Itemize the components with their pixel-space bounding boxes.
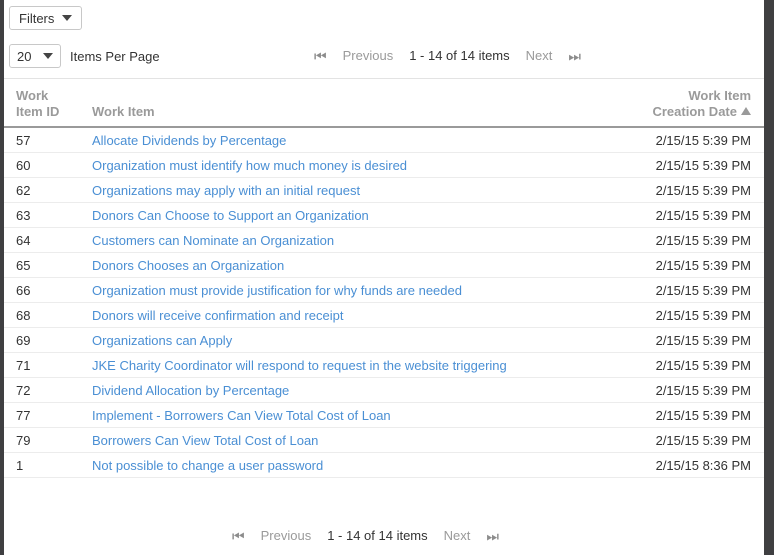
cell-work-item-id: 71 <box>16 357 31 373</box>
table-row[interactable]: 72 Dividend Allocation by Percentage 2/15/… <box>4 378 764 403</box>
cell-creation-date: 2/15/15 5:39 PM <box>655 257 751 273</box>
cell-creation-date: 2/15/15 5:39 PM <box>655 182 751 198</box>
table-body: 57 Allocate Dividends by Percentage 2/15/1… <box>4 128 764 478</box>
cell-creation-date: 2/15/15 5:39 PM <box>655 357 751 373</box>
cell-work-item-link[interactable]: Implement - Borrowers Can View Total Cos… <box>84 408 639 423</box>
cell-work-item-id: 79 <box>16 432 31 448</box>
table-row[interactable]: 63 Donors Can Choose to Support an Organi… <box>4 203 764 228</box>
cell-creation-date: 2/15/15 5:39 PM <box>655 132 751 148</box>
page-content: Filters 20 Items Per Page ⏮ Previous 1 -… <box>4 0 764 555</box>
cell-work-item-link[interactable]: Borrowers Can View Total Cost of Loan <box>84 433 639 448</box>
pagination-bottom: ⏮ Previous 1 - 14 of 14 items Next ⏭ <box>232 528 499 543</box>
table-row[interactable]: 62 Organizations may apply with an initia… <box>4 178 764 203</box>
pagination-top: ⏮ Previous 1 - 14 of 14 items Next ⏭ <box>314 48 581 63</box>
previous-page-button[interactable]: Previous <box>343 48 394 63</box>
cell-work-item-link[interactable]: Organization must provide justification … <box>84 283 639 298</box>
next-page-button[interactable]: Next <box>526 48 553 63</box>
cell-work-item-id: 66 <box>16 282 31 298</box>
table-row[interactable]: 1 Not possible to change a user password 2… <box>4 453 764 478</box>
cell-creation-date: 2/15/15 5:39 PM <box>655 307 751 323</box>
cell-creation-date: 2/15/15 5:39 PM <box>655 432 751 448</box>
column-header-id-line2: Item ID <box>16 104 60 119</box>
next-page-button[interactable]: Next <box>444 528 471 543</box>
cell-work-item-link[interactable]: Not possible to change a user password <box>84 458 639 473</box>
cell-work-item-id: 72 <box>16 382 31 398</box>
items-per-page-control: 20 Items Per Page <box>9 44 160 68</box>
cell-work-item-link[interactable]: Organizations may apply with an initial … <box>84 183 639 198</box>
chevron-down-icon <box>62 15 73 21</box>
filters-button[interactable]: Filters <box>9 6 83 30</box>
sort-ascending-icon <box>741 107 751 115</box>
cell-work-item-link[interactable]: Donors will receive confirmation and rec… <box>84 308 639 323</box>
cell-creation-date: 2/15/15 5:39 PM <box>655 382 751 398</box>
cell-work-item-id: 60 <box>16 157 31 173</box>
cell-creation-date: 2/15/15 5:39 PM <box>655 207 751 223</box>
cell-work-item-id: 65 <box>16 257 31 273</box>
table-row[interactable]: 65 Donors Chooses an Organization 2/15/15 … <box>4 253 764 278</box>
cell-work-item-link[interactable]: Customers can Nominate an Organization <box>84 233 639 248</box>
cell-work-item-link[interactable]: Organization must identify how much mone… <box>84 158 639 173</box>
cell-creation-date: 2/15/15 5:39 PM <box>655 407 751 423</box>
table-row[interactable]: 77 Implement - Borrowers Can View Total C… <box>4 403 764 428</box>
filters-button-label: Filters <box>19 10 55 26</box>
page-chrome-right-edge <box>764 0 774 555</box>
table-row[interactable]: 68 Donors will receive confirmation and r… <box>4 303 764 328</box>
cell-work-item-link[interactable]: Allocate Dividends by Percentage <box>84 133 639 148</box>
column-header-date-line1: Work Item <box>688 88 751 103</box>
column-header-work-item-id[interactable]: Work Item ID <box>4 88 84 126</box>
items-per-page-select[interactable]: 20 <box>9 44 61 68</box>
pagination-range-label: 1 - 14 of 14 items <box>409 48 510 63</box>
cell-work-item-id: 64 <box>16 232 31 248</box>
work-items-table: Work Item ID Work Item Work Item Creatio… <box>4 78 764 503</box>
table-footer-spacer <box>4 478 764 503</box>
cell-creation-date: 2/15/15 8:36 PM <box>655 457 751 473</box>
chevron-down-icon <box>43 53 53 59</box>
cell-work-item-id: 69 <box>16 332 31 348</box>
cell-work-item-link[interactable]: JKE Charity Coordinator will respond to … <box>84 358 639 373</box>
column-header-creation-date[interactable]: Work Item Creation Date <box>639 88 764 126</box>
cell-work-item-id: 62 <box>16 182 31 198</box>
table-row[interactable]: 69 Organizations can Apply 2/15/15 5:39 PM <box>4 328 764 353</box>
items-per-page-value: 20 <box>17 48 32 64</box>
last-page-icon[interactable]: ⏭ <box>568 49 581 63</box>
pagination-range-label: 1 - 14 of 14 items <box>327 528 428 543</box>
previous-page-button[interactable]: Previous <box>261 528 312 543</box>
items-per-page-label: Items Per Page <box>70 48 160 64</box>
cell-creation-date: 2/15/15 5:39 PM <box>655 282 751 298</box>
toolbar: Filters 20 Items Per Page ⏮ Previous 1 -… <box>4 0 764 78</box>
cell-work-item-link[interactable]: Donors Can Choose to Support an Organiza… <box>84 208 639 223</box>
table-row[interactable]: 66 Organization must provide justificatio… <box>4 278 764 303</box>
cell-creation-date: 2/15/15 5:39 PM <box>655 232 751 248</box>
cell-work-item-link[interactable]: Organizations can Apply <box>84 333 639 348</box>
first-page-icon[interactable]: ⏮ <box>232 529 245 543</box>
cell-work-item-link[interactable]: Donors Chooses an Organization <box>84 258 639 273</box>
column-header-id-line1: Work <box>16 88 49 103</box>
cell-work-item-id: 63 <box>16 207 31 223</box>
cell-work-item-link[interactable]: Dividend Allocation by Percentage <box>84 383 639 398</box>
cell-work-item-id: 68 <box>16 307 31 323</box>
cell-creation-date: 2/15/15 5:39 PM <box>655 157 751 173</box>
cell-work-item-id: 1 <box>16 457 24 473</box>
column-header-work-item-label: Work Item <box>92 104 155 119</box>
table-header-row: Work Item ID Work Item Work Item Creatio… <box>4 79 764 128</box>
cell-work-item-id: 57 <box>16 132 31 148</box>
table-row[interactable]: 57 Allocate Dividends by Percentage 2/15/1… <box>4 128 764 153</box>
first-page-icon[interactable]: ⏮ <box>314 49 327 63</box>
table-row[interactable]: 60 Organization must identify how much mo… <box>4 153 764 178</box>
table-row[interactable]: 71 JKE Charity Coordinator will respond t… <box>4 353 764 378</box>
column-header-work-item[interactable]: Work Item <box>84 104 639 126</box>
table-row[interactable]: 79 Borrowers Can View Total Cost of Loan 2… <box>4 428 764 453</box>
table-row[interactable]: 64 Customers can Nominate an Organization… <box>4 228 764 253</box>
column-header-date-line2: Creation Date <box>652 104 737 119</box>
last-page-icon[interactable]: ⏭ <box>486 529 499 543</box>
work-item-list-page: Filters 20 Items Per Page ⏮ Previous 1 -… <box>0 0 774 555</box>
cell-work-item-id: 77 <box>16 407 31 423</box>
cell-creation-date: 2/15/15 5:39 PM <box>655 332 751 348</box>
